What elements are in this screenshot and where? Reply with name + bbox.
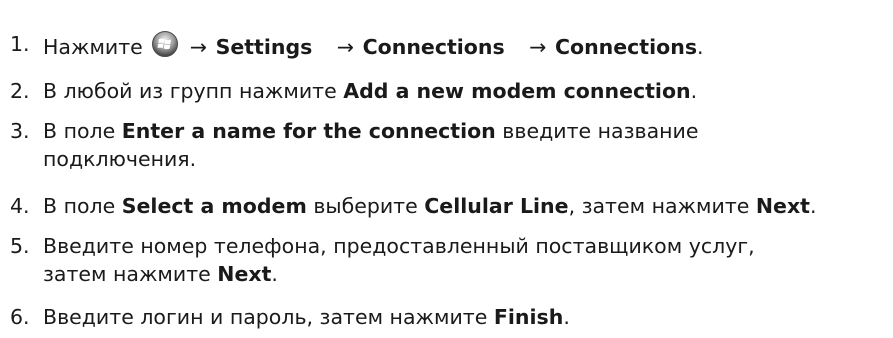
step-tail: . [697, 35, 704, 59]
instruction-list: 1. Нажмите → Settings → Connections → Co… [0, 0, 893, 338]
step-text-before: В поле [43, 119, 122, 143]
menu-path-connections: Connections [362, 35, 505, 59]
step-text: В поле Enter a name for the connection в… [43, 117, 699, 173]
step-text-after: . [809, 194, 817, 218]
step-line-1: Введите номер телефона, предоставленный … [43, 234, 755, 258]
step-text-after: . [690, 79, 698, 103]
step-text-after: введите название [495, 119, 699, 143]
next-term: Next [217, 262, 272, 286]
step-number: 4. [10, 194, 30, 218]
step-number: 6. [10, 305, 30, 329]
step-text: В поле Select a modem выберите Cellular … [43, 192, 817, 220]
menu-path-settings: Settings [215, 35, 313, 59]
step-text-before: В поле [43, 194, 122, 218]
arrow-2: → [336, 35, 355, 59]
step-number: 1. [10, 32, 30, 56]
arrow-1: → [189, 35, 208, 59]
windows-start-icon [152, 31, 179, 57]
menu-path-connections-tab: Connections [554, 35, 698, 59]
step-line-1: В поле Enter a name for the connection в… [43, 117, 699, 145]
select-modem-term: Select a modem [121, 194, 307, 218]
finish-term: Finish [493, 305, 564, 329]
step-text: Введите логин и пароль, затем нажмите Fi… [43, 303, 570, 331]
step-text-before: Введите логин и пароль, затем нажмите [43, 305, 494, 329]
step-text: Введите номер телефона, предоставленный … [43, 232, 755, 288]
step-text-after: . [271, 262, 278, 286]
step-text-mid-2: , затем нажмите [568, 194, 756, 218]
step-text-before: затем нажмите [43, 262, 218, 286]
step-text-mid-1: выберите [306, 194, 425, 218]
step-number: 3. [10, 119, 30, 143]
step-number: 5. [10, 234, 30, 258]
add-modem-connection-term: Add a new modem connection [343, 79, 691, 103]
step-text-before: В любой из групп нажмите [43, 79, 344, 103]
connection-name-field-term: Enter a name for the connection [121, 119, 496, 143]
step-text: Нажмите → Settings → Connections → Conne… [43, 30, 704, 61]
cellular-line-term: Cellular Line [424, 194, 569, 218]
step-line-2: подключения. [43, 147, 197, 171]
step-line-2: затем нажмите Next. [43, 260, 755, 288]
step-text: В любой из групп нажмите Add a new modem… [43, 77, 697, 105]
step-lead: Нажмите [43, 35, 143, 59]
step-number: 2. [10, 79, 30, 103]
step-text-after: . [563, 305, 570, 329]
next-term: Next [755, 194, 810, 218]
arrow-3: → [529, 35, 547, 59]
